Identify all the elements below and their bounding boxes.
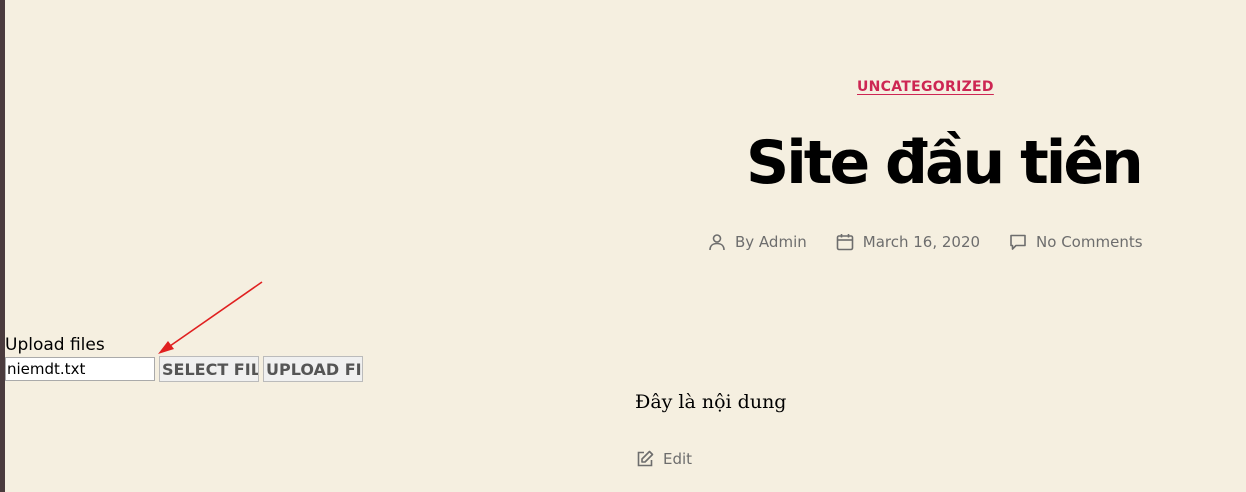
post-meta: By Admin March 16, 2020 No Comments: [707, 232, 1143, 252]
user-icon: [709, 234, 725, 251]
post-author[interactable]: By Admin: [707, 232, 807, 252]
comment-icon: [1010, 234, 1026, 250]
post-author-label: By Admin: [735, 233, 807, 251]
post-title: Site đầu tiên: [746, 128, 1144, 198]
post-date[interactable]: March 16, 2020: [835, 232, 980, 252]
edit-post-label: Edit: [663, 450, 693, 468]
edit-post-link[interactable]: Edit: [635, 449, 692, 469]
window-left-edge: [0, 0, 5, 492]
edit-icon: [637, 450, 654, 467]
post-category-link[interactable]: UNCATEGORIZED: [857, 79, 994, 95]
select-file-button[interactable]: SELECT FILE: [159, 356, 259, 382]
post-comments[interactable]: No Comments: [1008, 232, 1143, 252]
upload-form: Upload files SELECT FILE UPLOAD FILE: [5, 334, 363, 382]
upload-controls: SELECT FILE UPLOAD FILE: [5, 356, 363, 382]
calendar-icon: [836, 234, 854, 251]
post-date-label: March 16, 2020: [862, 233, 981, 251]
post-comments-label: No Comments: [1036, 233, 1143, 251]
upload-label: Upload files: [5, 335, 105, 355]
upload-file-button[interactable]: UPLOAD FILE: [263, 356, 363, 382]
post-content: Đây là nội dung: [635, 391, 787, 413]
file-name-input[interactable]: [5, 357, 155, 381]
